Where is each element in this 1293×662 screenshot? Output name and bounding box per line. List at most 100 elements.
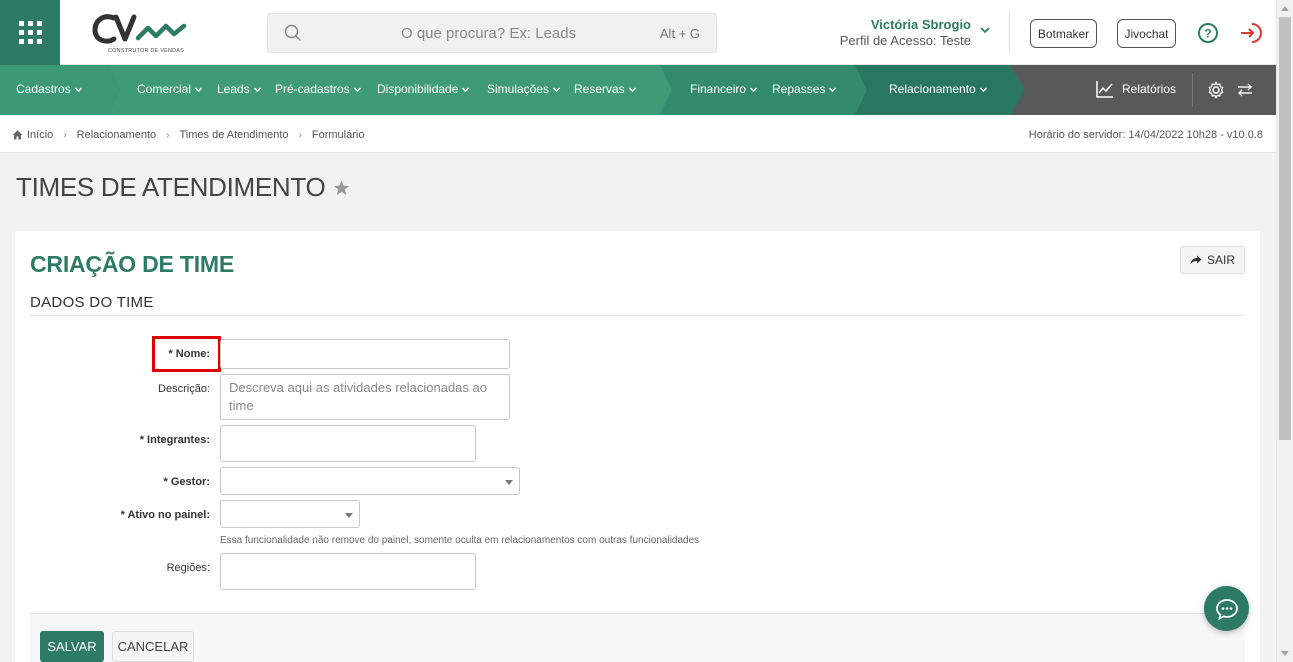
chevron-down-icon xyxy=(253,86,261,92)
search-bar[interactable]: O que procura? Ex: Leads Alt + G xyxy=(267,13,717,53)
page-scrollbar[interactable] xyxy=(1276,0,1293,662)
active-label: * Ativo no painel: xyxy=(120,509,210,521)
breadcrumb: Início › Relacionamento › Times de Atend… xyxy=(12,129,364,141)
breadcrumb-formulario: Formulário xyxy=(311,129,365,141)
chevron-down-icon[interactable] xyxy=(979,26,991,36)
page-title-text: TIMES DE ATENDIMENTO xyxy=(16,172,326,202)
cancel-button[interactable]: CANCELAR xyxy=(112,631,194,662)
chevron-right-icon: › xyxy=(166,129,170,141)
help-icon[interactable]: ? xyxy=(1197,22,1219,44)
chevron-down-icon xyxy=(74,86,82,92)
gear-icon[interactable] xyxy=(1207,81,1225,99)
swap-icon[interactable] xyxy=(1237,83,1253,97)
user-name: Victória Sbrogio xyxy=(870,17,971,32)
nav-relacionamento[interactable]: Relacionamento xyxy=(889,82,988,96)
breadcrumb-relacionamento[interactable]: Relacionamento xyxy=(77,129,157,141)
main-nav: Cadastros Comercial Leads Pré-cadastros … xyxy=(0,65,1276,115)
user-profile: Perfil de Acesso: Teste xyxy=(839,33,971,48)
grid-icon xyxy=(18,21,42,44)
nav-pre-cadastros[interactable]: Pré-cadastros xyxy=(275,82,362,96)
svg-text:?: ? xyxy=(1204,27,1211,41)
nav-label: Simulações xyxy=(487,82,550,96)
nav-label: Financeiro xyxy=(690,82,747,96)
logout-icon[interactable] xyxy=(1238,21,1262,45)
nav-label: Comercial xyxy=(137,82,192,96)
page-title: TIMES DE ATENDIMENTO xyxy=(16,172,350,203)
nav-label: Relatórios xyxy=(1122,82,1177,96)
top-header: CONSTRUTOR DE VENDAS O que procura? Ex: … xyxy=(0,0,1276,65)
nav-label: Relacionamento xyxy=(889,82,976,96)
nav-comercial[interactable]: Comercial xyxy=(137,82,203,96)
name-input[interactable] xyxy=(220,339,510,369)
section-title: DADOS DO TIME xyxy=(30,294,154,311)
chevron-right-icon: › xyxy=(298,129,302,141)
nav-label: Cadastros xyxy=(16,82,71,96)
logo[interactable]: CONSTRUTOR DE VENDAS xyxy=(92,12,192,54)
caret-down-icon xyxy=(505,480,513,485)
chevron-down-icon xyxy=(979,86,987,92)
chevron-right-icon: › xyxy=(63,129,67,141)
members-input[interactable] xyxy=(220,425,476,462)
nav-label: Leads xyxy=(217,82,250,96)
nav-simulacoes[interactable]: Simulações xyxy=(487,82,561,96)
card-title: CRIAÇÃO DE TIME xyxy=(30,251,235,277)
nav-relatorios[interactable]: Relatórios xyxy=(1096,80,1176,98)
manager-select[interactable] xyxy=(220,467,520,495)
name-label: * Nome: xyxy=(168,348,210,360)
divider xyxy=(30,315,1245,316)
user-menu[interactable]: Victória Sbrogio Perfil de Acesso: Teste xyxy=(840,17,971,48)
chat-button[interactable] xyxy=(1204,586,1249,631)
nav-label: Pré-cadastros xyxy=(275,82,350,96)
form-footer xyxy=(30,614,1245,662)
caret-down-icon xyxy=(345,513,353,518)
description-textarea[interactable]: Descreva aqui as atividades relacionadas… xyxy=(220,374,510,420)
search-input[interactable]: O que procura? Ex: Leads xyxy=(401,25,576,42)
nav-cadastros[interactable]: Cadastros xyxy=(16,82,83,96)
chevron-down-icon xyxy=(462,86,470,92)
nav-disponibilidade[interactable]: Disponibilidade xyxy=(377,82,470,96)
logo-mark-icon xyxy=(92,14,187,44)
chat-icon xyxy=(1215,598,1238,620)
manager-label: * Gestor: xyxy=(163,476,210,488)
scroll-up-icon[interactable] xyxy=(1281,6,1289,11)
divider xyxy=(1009,12,1010,52)
nav-reservas[interactable]: Reservas xyxy=(574,82,637,96)
star-icon[interactable] xyxy=(333,180,350,196)
description-label: Descrição: xyxy=(158,383,210,395)
search-shortcut: Alt + G xyxy=(659,26,700,41)
nav-label: Disponibilidade xyxy=(377,82,459,96)
breadcrumb-times[interactable]: Times de Atendimento xyxy=(179,129,288,141)
active-help-text: Essa funcionalidade não remove do painel… xyxy=(220,535,700,546)
scroll-thumb[interactable] xyxy=(1279,17,1291,440)
exit-button[interactable]: SAIR xyxy=(1180,246,1245,274)
chevron-down-icon xyxy=(829,86,837,92)
form-card: CRIAÇÃO DE TIME SAIR DADOS DO TIME * Nom… xyxy=(15,231,1260,662)
server-time: Horário do servidor: 14/04/2022 10h28 - … xyxy=(1028,129,1263,141)
divider xyxy=(1192,73,1193,107)
scroll-down-icon[interactable] xyxy=(1281,651,1289,656)
regions-label: Regiões: xyxy=(166,562,210,574)
chevron-down-icon xyxy=(553,86,561,92)
chevron-down-icon xyxy=(353,86,361,92)
members-label: * Integrantes: xyxy=(139,434,210,446)
chart-icon xyxy=(1096,81,1113,98)
jivochat-button[interactable]: Jivochat xyxy=(1117,19,1176,48)
app-menu-button[interactable] xyxy=(0,0,60,65)
regions-input[interactable] xyxy=(220,553,476,590)
save-button[interactable]: SALVAR xyxy=(40,631,104,662)
chevron-down-icon xyxy=(750,86,758,92)
nav-financeiro[interactable]: Financeiro xyxy=(690,82,758,96)
nav-label: Reservas xyxy=(574,82,625,96)
active-select[interactable] xyxy=(220,500,360,528)
nav-leads[interactable]: Leads xyxy=(217,82,262,96)
nav-label: Repasses xyxy=(772,82,826,96)
home-icon xyxy=(12,130,23,140)
nav-repasses[interactable]: Repasses xyxy=(772,82,837,96)
chevron-down-icon xyxy=(194,86,203,92)
logo-subtext: CONSTRUTOR DE VENDAS xyxy=(108,48,185,54)
breadcrumb-bar: Início › Relacionamento › Times de Atend… xyxy=(0,115,1276,153)
share-icon xyxy=(1190,255,1202,265)
breadcrumb-inicio[interactable]: Início xyxy=(27,129,53,141)
search-icon xyxy=(284,24,301,41)
botmaker-button[interactable]: Botmaker xyxy=(1030,19,1097,48)
